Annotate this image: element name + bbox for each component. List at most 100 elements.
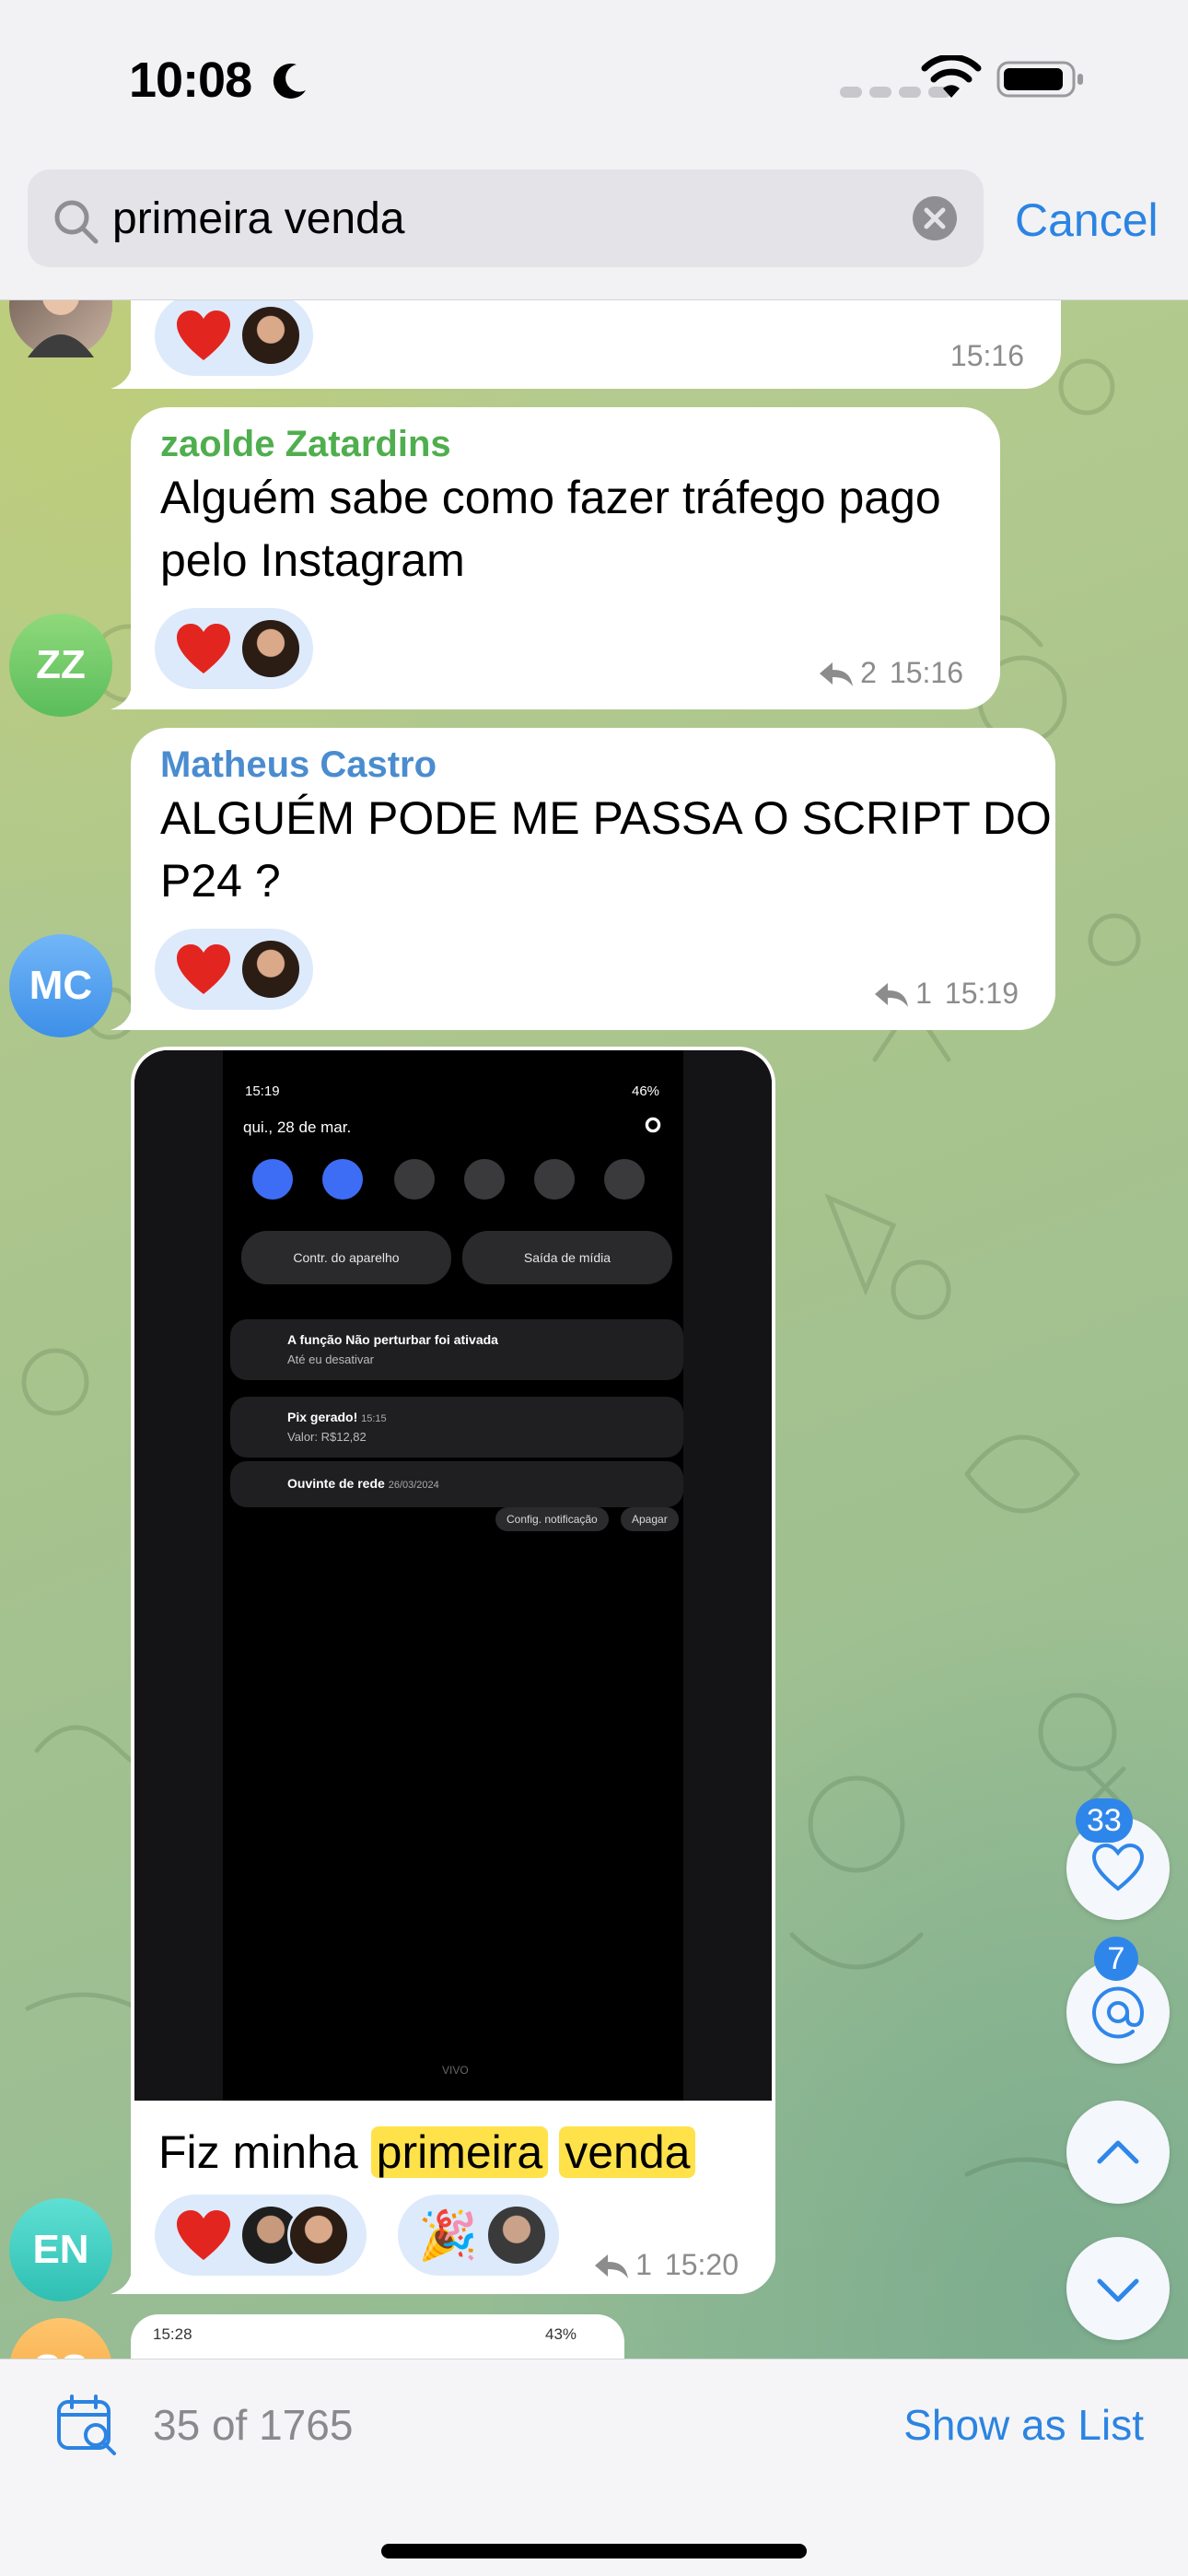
status-bar: 10:08	[0, 0, 1188, 166]
avatar-image	[28, 300, 94, 357]
photo-message-bubble[interactable]: 15:19 46% qui., 28 de mar. Contr. do apa…	[111, 1047, 775, 2294]
notification-title-text: Pix gerado!	[287, 1410, 358, 1424]
clear-search-icon[interactable]	[912, 195, 958, 241]
notification-sub: Valor: R$12,82	[287, 1430, 367, 1444]
notification-title-text: Ouvinte de rede	[287, 1476, 385, 1491]
avatar-zz[interactable]: ZZ	[9, 614, 112, 717]
notification-title: Pix gerado! 15:15	[287, 1410, 387, 1424]
reactions-badge: 33	[1076, 1798, 1133, 1843]
bluetooth-toggle-icon	[394, 1159, 435, 1200]
message-time: 15:20	[664, 2248, 739, 2281]
message-meta: 2 15:16	[818, 656, 963, 690]
sender-name[interactable]: Matheus Castro	[160, 744, 437, 786]
blurred-edge	[683, 1050, 772, 2101]
reactor-avatar	[239, 617, 302, 680]
heart-reaction-icon	[177, 944, 230, 994]
phone-notif-settings: Config. notificação	[495, 1507, 609, 1531]
battery-icon	[996, 61, 1083, 98]
search-header: Cancel	[0, 166, 1188, 300]
preview-battery: 43%	[545, 2325, 577, 2343]
search-icon	[54, 200, 99, 244]
search-highlight: venda	[559, 2126, 696, 2178]
reaction-pill[interactable]	[155, 608, 313, 689]
phone-notification: Ouvinte de rede 26/03/2024	[230, 1461, 683, 1507]
mentions-badge: 7	[1094, 1937, 1138, 1981]
avatar-mc[interactable]: MC	[9, 934, 112, 1037]
message-text: ALGUÉM PODE ME PASSA O SCRIPT DO P24 ?	[160, 787, 1052, 912]
reactor-avatar	[239, 938, 302, 1001]
phone-clear: Apagar	[621, 1507, 679, 1531]
screenshot-image[interactable]: 15:19 46% qui., 28 de mar. Contr. do apa…	[134, 1050, 772, 2101]
reactor-avatar	[239, 304, 302, 367]
reaction-pill[interactable]: 🎉	[398, 2195, 559, 2276]
cancel-button[interactable]: Cancel	[1015, 193, 1159, 247]
heart-reaction-icon	[177, 310, 230, 360]
flashlight-toggle-icon	[604, 1159, 645, 1200]
avatar-en[interactable]: EN	[9, 2198, 112, 2301]
heart-reaction-icon	[177, 2210, 230, 2260]
show-as-list-button[interactable]: Show as List	[903, 2400, 1144, 2450]
message-text-line: Alguém sabe como fazer tráfego pago	[160, 472, 941, 523]
wifi-icon	[921, 55, 982, 98]
notification-date: 26/03/2024	[388, 1480, 439, 1491]
search-field[interactable]	[28, 170, 984, 267]
message-list: 15:16 zaolde Zatardins Alguém sabe como …	[0, 300, 1188, 2359]
phone-time: 15:19	[245, 1083, 280, 1099]
rotate-toggle-icon	[464, 1159, 505, 1200]
avatar-photo[interactable]	[9, 300, 112, 357]
reply-count[interactable]: 1	[635, 2248, 652, 2282]
at-sign-icon	[1092, 1986, 1145, 2039]
reply-count[interactable]: 1	[915, 977, 932, 1011]
phone-carrier: VIVO	[442, 2064, 469, 2077]
reply-icon	[820, 662, 854, 686]
phone-notification: Pix gerado! 15:15 Valor: R$12,82	[230, 1397, 683, 1458]
message-bubble[interactable]: Matheus Castro ALGUÉM PODE ME PASSA O SC…	[111, 728, 1055, 1030]
notification-title: Ouvinte de rede 26/03/2024	[287, 1476, 439, 1491]
result-count: 35 of 1765	[153, 2401, 354, 2449]
bubble-tail	[111, 357, 147, 389]
scroll-up-button[interactable]	[1066, 2101, 1170, 2204]
message-time: 15:16	[889, 656, 963, 689]
reply-icon	[875, 982, 909, 1007]
avatar-ss[interactable]: SS	[9, 2318, 112, 2359]
message-time: 15:19	[944, 977, 1019, 1010]
phone-date: qui., 28 de mar.	[243, 1118, 352, 1136]
heart-outline-icon	[1091, 1843, 1145, 1891]
message-text: Fiz minha primeira venda	[158, 2121, 696, 2184]
message-text-line: pelo Instagram	[160, 534, 465, 586]
preview-status-bar: 15:28	[153, 2325, 192, 2344]
gear-icon	[645, 1117, 661, 1133]
search-results-bar: 35 of 1765 Show as List	[0, 2359, 1188, 2576]
reaction-pill[interactable]	[155, 300, 313, 376]
moon-icon	[273, 63, 306, 99]
calendar-search-icon[interactable]	[55, 2393, 120, 2457]
photo-message-bubble[interactable]: 15:28 43%	[131, 2314, 624, 2359]
sound-toggle-icon	[322, 1159, 363, 1200]
reactor-avatar	[287, 2204, 350, 2266]
message-text-line: P24 ?	[160, 855, 281, 907]
reply-count[interactable]: 2	[860, 656, 877, 690]
message-meta: 15:16	[950, 339, 1024, 373]
scroll-down-button[interactable]	[1066, 2237, 1170, 2340]
home-indicator	[381, 2544, 807, 2558]
message-text-plain: Fiz minha	[158, 2126, 358, 2178]
heart-reaction-icon	[177, 624, 230, 673]
notification-sub: Até eu desativar	[287, 1352, 374, 1366]
phone-device-control: Contr. do aparelho	[241, 1231, 451, 1284]
notification-time: 15:15	[361, 1413, 387, 1424]
airplane-toggle-icon	[534, 1159, 575, 1200]
message-bubble[interactable]: 15:16	[111, 300, 1061, 389]
reaction-pill[interactable]	[155, 929, 313, 1010]
message-meta: 1 15:20	[593, 2248, 739, 2282]
sender-name[interactable]: zaolde Zatardins	[160, 424, 451, 465]
phone-media-output: Saída de mídia	[462, 1231, 672, 1284]
reaction-pill[interactable]	[155, 2195, 367, 2276]
party-popper-icon: 🎉	[418, 2208, 478, 2263]
chevron-down-icon	[1097, 2278, 1139, 2302]
message-bubble[interactable]: zaolde Zatardins Alguém sabe como fazer …	[111, 407, 1000, 709]
status-time: 10:08	[129, 53, 252, 108]
bubble-tail	[111, 678, 147, 709]
search-highlight: primeira	[370, 2126, 549, 2178]
message-text-line: ALGUÉM PODE ME PASSA O SCRIPT DO	[160, 792, 1052, 844]
search-input[interactable]	[112, 170, 904, 267]
